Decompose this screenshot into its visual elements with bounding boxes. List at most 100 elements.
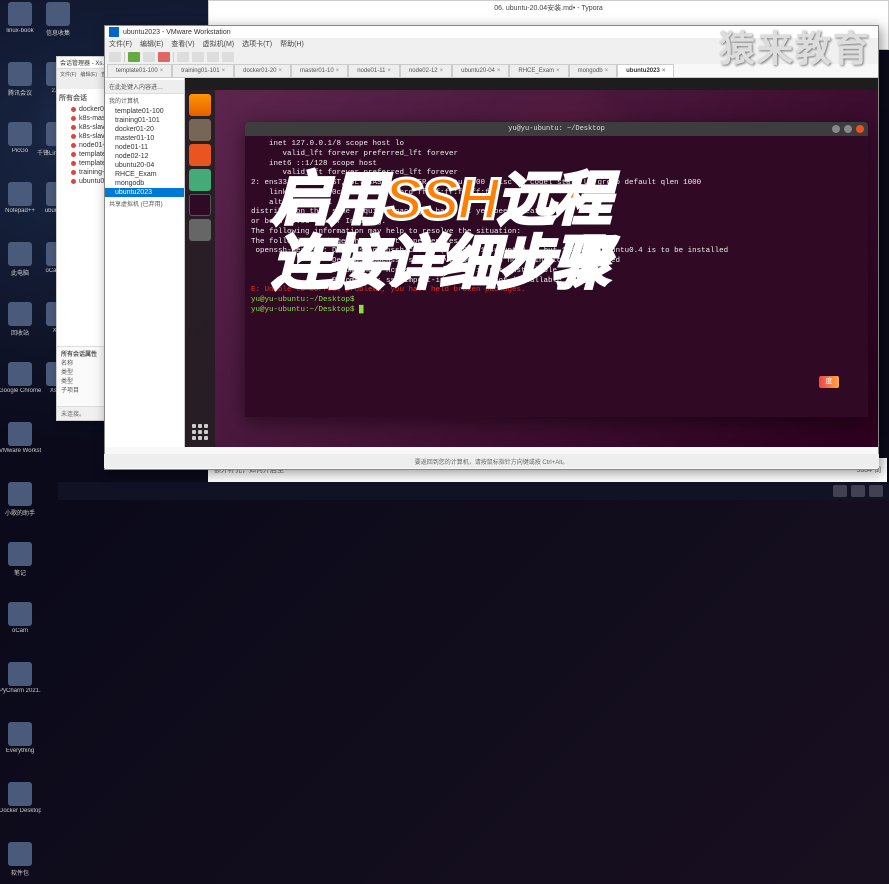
- desktop-icon[interactable]: PyCharm 2021.3.2: [2, 662, 38, 704]
- desktop-icon[interactable]: 回收站: [2, 302, 38, 344]
- tab-close-icon[interactable]: ×: [605, 68, 609, 74]
- toolbar-library-icon[interactable]: [109, 52, 121, 62]
- tab-close-icon[interactable]: ×: [662, 68, 666, 74]
- vmware-tab[interactable]: training01-101×: [172, 64, 234, 77]
- toolbar-pause-icon[interactable]: [143, 52, 155, 62]
- vmware-sidebar-vm-item[interactable]: ubuntu2023: [105, 188, 184, 197]
- tab-close-icon[interactable]: ×: [497, 68, 501, 74]
- desktop-icon[interactable]: linux-book: [2, 2, 38, 44]
- vmware-tab[interactable]: RHCE_Exam×: [509, 64, 568, 77]
- desktop-icon[interactable]: VMware Workstation: [2, 422, 38, 464]
- terminal-minimize-icon[interactable]: [832, 125, 840, 133]
- terminal-maximize-icon[interactable]: [844, 125, 852, 133]
- vmware-menu-item[interactable]: 选项卡(T): [242, 39, 272, 49]
- desktop-icon-image: [8, 242, 32, 266]
- vmware-sidebar-vm-item[interactable]: RHCE_Exam: [105, 170, 184, 179]
- toolbar-play-icon[interactable]: [128, 52, 140, 62]
- vmware-menubar[interactable]: 文件(F) 编辑(E) 查看(V) 虚拟机(M) 选项卡(T) 帮助(H): [105, 38, 878, 50]
- desktop-icon[interactable]: oCam: [2, 602, 38, 644]
- baidu-ime-badge[interactable]: 度: [819, 376, 839, 388]
- vmware-tab[interactable]: ubuntu2023×: [617, 64, 674, 77]
- xshell-menu-item[interactable]: 文件(F): [60, 71, 76, 87]
- vmware-sidebar-search[interactable]: 在此处键入内容进…: [105, 80, 184, 94]
- vmware-window[interactable]: ubuntu2023 - VMware Workstation 文件(F)编辑(…: [104, 25, 879, 470]
- toolbar-fullscreen-icon[interactable]: [207, 52, 219, 62]
- tab-close-icon[interactable]: ×: [222, 68, 226, 74]
- terminal-titlebar[interactable]: yu@yu-ubuntu: ~/Desktop: [245, 122, 868, 136]
- tab-close-icon[interactable]: ×: [440, 68, 444, 74]
- tray-icon[interactable]: [869, 485, 883, 497]
- vmware-menu-item[interactable]: 虚拟机(M): [203, 39, 235, 49]
- vmware-sidebar-vm-item[interactable]: training01-101: [105, 116, 184, 125]
- vmware-sidebar-vm-item[interactable]: mongodb: [105, 179, 184, 188]
- toolbar-snapshot-icon[interactable]: [177, 52, 189, 62]
- ubuntu-dock[interactable]: [185, 90, 215, 447]
- vm-display[interactable]: yu@yu-ubuntu: ~/Desktop inet 127.0.0.1/8…: [185, 78, 878, 447]
- vmware-tabs[interactable]: template01-100×training01-101×docker01-2…: [105, 64, 878, 78]
- desktop-icon[interactable]: Google Chrome: [2, 362, 38, 404]
- terminal-line: distribution that some required packages…: [251, 208, 862, 218]
- xshell-menu-item[interactable]: 编辑(E): [80, 71, 97, 87]
- vmware-toolbar[interactable]: [105, 50, 878, 64]
- desktop-icon[interactable]: PicGo: [2, 122, 38, 164]
- desktop-icon[interactable]: Docker Desktop: [2, 782, 38, 824]
- toolbar-stop-icon[interactable]: [158, 52, 170, 62]
- tab-close-icon[interactable]: ×: [278, 68, 282, 74]
- toolbar-unity-icon[interactable]: [222, 52, 234, 62]
- dock-firefox-icon[interactable]: [189, 94, 211, 116]
- host-taskbar[interactable]: [58, 482, 889, 500]
- vmware-sidebar-vm-item[interactable]: docker01-20: [105, 125, 184, 134]
- desktop-icon[interactable]: Everything: [2, 722, 38, 764]
- desktop-icon-image: [8, 782, 32, 806]
- vmware-sidebar-vm-item[interactable]: ubuntu20-04: [105, 161, 184, 170]
- vmware-menu-item[interactable]: 查看(V): [171, 39, 194, 49]
- terminal-line: link/ether 00:0c:29:f5:32:74 brd ff:ff:f…: [251, 189, 862, 199]
- vmware-sidebar[interactable]: 在此处键入内容进… 我的计算机 template01-100training01…: [105, 78, 185, 447]
- dock-software-icon[interactable]: [189, 144, 211, 166]
- vmware-sidebar-vm-item[interactable]: master01-10: [105, 134, 184, 143]
- vmware-menu-item[interactable]: 编辑(E): [140, 39, 163, 49]
- session-status-icon: [71, 161, 76, 166]
- vmware-tab[interactable]: docker01-20×: [234, 64, 291, 77]
- desktop-icon[interactable]: 腾讯会议: [2, 62, 38, 104]
- vmware-tab[interactable]: node01-11×: [348, 64, 400, 77]
- vmware-menu-item[interactable]: 文件(F): [109, 39, 132, 49]
- tab-close-icon[interactable]: ×: [556, 68, 560, 74]
- vmware-tab[interactable]: template01-100×: [107, 64, 172, 77]
- desktop-icon[interactable]: 此电脑: [2, 242, 38, 284]
- vmware-menu-item[interactable]: 帮助(H): [280, 39, 304, 49]
- session-status-icon: [71, 143, 76, 148]
- dock-files-icon[interactable]: [189, 119, 211, 141]
- terminal-window[interactable]: yu@yu-ubuntu: ~/Desktop inet 127.0.0.1/8…: [245, 122, 868, 417]
- terminal-line: Recommends: ncurses-term but it is not i…: [251, 267, 862, 277]
- vmware-tab[interactable]: node02-12×: [400, 64, 452, 77]
- tab-close-icon[interactable]: ×: [160, 68, 164, 74]
- desktop-icon-label: 小歌的助手: [0, 508, 41, 517]
- terminal-close-icon[interactable]: [856, 125, 864, 133]
- toolbar-snapshot-mgr-icon[interactable]: [192, 52, 204, 62]
- desktop-icon[interactable]: 软件包: [2, 842, 38, 884]
- tab-close-icon[interactable]: ×: [387, 68, 391, 74]
- vmware-sidebar-vm-item[interactable]: template01-100: [105, 107, 184, 116]
- desktop-icon[interactable]: 小歌的助手: [2, 482, 38, 524]
- desktop-icon-label: 软件包: [0, 868, 41, 877]
- tab-label: ubuntu2023: [626, 68, 660, 74]
- tray-icon[interactable]: [833, 485, 847, 497]
- desktop-icon[interactable]: 笔记: [2, 542, 38, 584]
- terminal-output[interactable]: inet 127.0.0.1/8 scope host lo valid_lft…: [245, 136, 868, 417]
- desktop-icon[interactable]: Notepad++: [2, 182, 38, 224]
- vmware-sidebar-vm-item[interactable]: node01-11: [105, 143, 184, 152]
- session-status-icon: [71, 134, 76, 139]
- tray-icon[interactable]: [851, 485, 865, 497]
- tab-close-icon[interactable]: ×: [336, 68, 340, 74]
- desktop-icon[interactable]: 信息收集: [40, 2, 76, 44]
- vmware-tab[interactable]: mongodb×: [569, 64, 618, 77]
- vmware-tab[interactable]: ubuntu20-04×: [452, 64, 509, 77]
- vmware-tab[interactable]: master01-10×: [291, 64, 348, 77]
- dock-help-icon[interactable]: [189, 169, 211, 191]
- vmware-sidebar-vm-item[interactable]: node02-12: [105, 152, 184, 161]
- dock-terminal-icon[interactable]: [189, 194, 211, 216]
- dock-settings-icon[interactable]: [189, 219, 211, 241]
- ubuntu-topbar[interactable]: [185, 78, 878, 90]
- dock-apps-icon[interactable]: [189, 421, 211, 443]
